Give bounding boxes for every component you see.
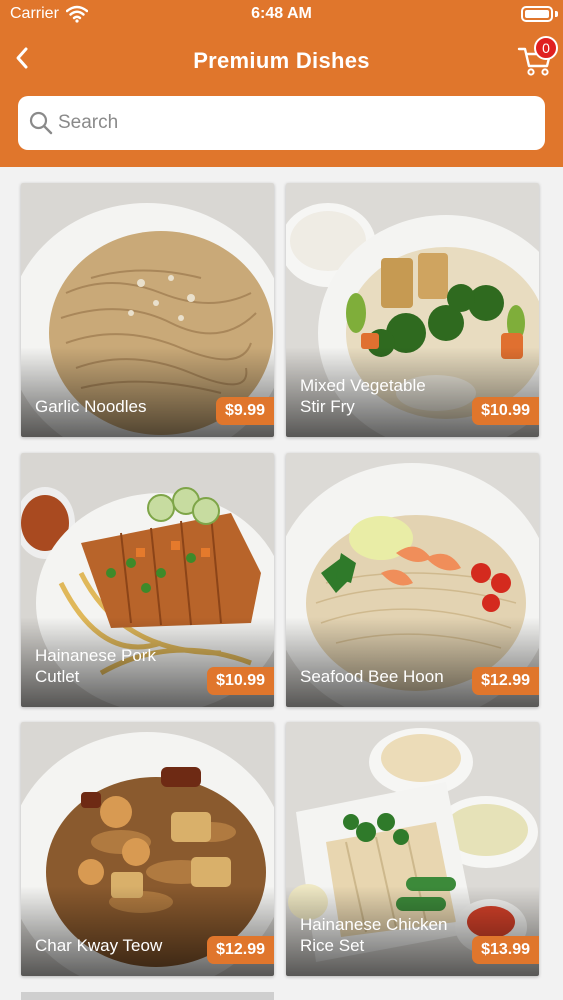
dish-name: Hainanese Chicken Rice Set <box>300 915 448 955</box>
dish-card-char-kway-teow[interactable]: Char Kway Teow $12.99 <box>21 722 274 976</box>
battery-icon <box>521 6 553 22</box>
dish-price-badge: $9.99 <box>215 397 274 425</box>
battery-tip <box>555 11 558 17</box>
dish-card-mixed-vegetable-stir-fry[interactable]: Mixed Vegetable Stir Fry $10.99 <box>286 183 539 437</box>
search-icon <box>29 111 53 135</box>
dish-name: Mixed Vegetable Stir Fry <box>300 376 426 416</box>
dish-card-garlic-noodles[interactable]: Garlic Noodles $9.99 <box>21 183 274 437</box>
status-bar: Carrier 6:48 AM <box>0 0 563 30</box>
search-input[interactable] <box>58 96 528 150</box>
dish-card-hainanese-pork-cutlet[interactable]: Hainanese Pork Cutlet $10.99 <box>21 453 274 707</box>
dish-card-seafood-bee-hoon[interactable]: Seafood Bee Hoon $12.99 <box>286 453 539 707</box>
dish-card-hainanese-chicken-rice-set[interactable]: Hainanese Chicken Rice Set $13.99 <box>286 722 539 976</box>
page-title: Premium Dishes <box>193 48 370 73</box>
dish-price-badge: $10.99 <box>207 667 274 695</box>
status-time: 6:48 AM <box>251 5 312 22</box>
cart-count-badge[interactable]: 0 <box>534 36 558 60</box>
search-bar[interactable] <box>18 96 545 150</box>
dish-name: Hainanese Pork Cutlet <box>35 646 156 686</box>
dish-price-badge: $12.99 <box>472 667 539 695</box>
app-header: Carrier 6:48 AM Premium Dishes 0 <box>0 0 563 167</box>
dish-name: Garlic Noodles <box>35 397 147 416</box>
dish-name: Seafood Bee Hoon <box>300 667 444 686</box>
dish-price-badge: $10.99 <box>472 397 539 425</box>
dish-price-badge: $12.99 <box>207 936 274 964</box>
dish-name: Char Kway Teow <box>35 936 163 955</box>
next-dish-card-peek <box>21 992 274 1000</box>
dish-price-badge: $13.99 <box>472 936 539 964</box>
